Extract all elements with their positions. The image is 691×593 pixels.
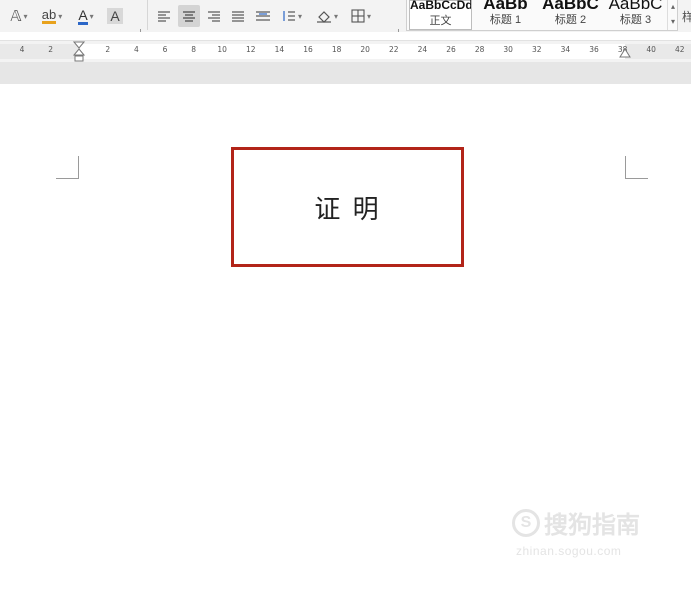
ruler-tick-label: 6 [162,45,168,54]
align-left-icon [158,11,170,22]
chevron-down-icon: ▾ [58,11,63,21]
distributed-icon [256,11,270,21]
horizontal-ruler[interactable]: 4 2 2 4 6 8 10 12 14 16 18 20 22 24 26 28 30 32 34 36 38 40 42… [0,40,691,63]
line-spacing-button[interactable]: ▾ [278,5,306,27]
borders-icon [351,9,365,23]
chevron-up-icon: ▴ [670,2,675,11]
chevron-down-icon: ▾ [366,11,371,21]
margin-corner-right [625,156,648,179]
ruler-tick-label: 42 [675,45,685,54]
style-heading-1[interactable]: AaBb 标题 1 [474,0,537,30]
ruler-track [0,44,691,59]
ruler-tick-label: 22 [389,45,399,54]
style-heading-2[interactable]: AaBbC 标题 2 [539,0,602,30]
style-label: 标题 3 [619,14,652,26]
ruler-tick-label: 16 [303,45,313,54]
ruler-tick-label: 4 [19,45,25,54]
justify-icon [232,11,244,22]
chevron-down-icon: ▾ [333,11,338,21]
style-normal[interactable]: AaBbCcDd 正文 [409,0,472,30]
text-effect-button[interactable]: 𝔸 ▾ [4,5,34,27]
ruler-tick-label: 24 [417,45,428,54]
ruler-tick-label: 30 [503,45,513,54]
align-right-icon [208,11,220,22]
align-right-button[interactable] [204,5,224,27]
ruler-tick-label: 40 [646,45,656,54]
ruler-tick-label: 32 [532,45,542,54]
font-color-button[interactable]: A ▾ [72,5,100,27]
align-left-button[interactable] [154,5,174,27]
more-styles-icon: ▾ [670,17,675,26]
document-title[interactable]: 证 明 [314,189,380,226]
font-dialog-launcher[interactable] [136,29,141,32]
highlight-box: 证 明 [231,147,464,267]
style-preview: AaBb [483,0,528,11]
ruler-tick-label: 18 [331,45,342,54]
ruler-tick-label: 14 [274,45,285,54]
style-preview: AaBbC [542,0,599,11]
ruler-left-margin [0,44,80,59]
new-style-label[interactable]: 样 [682,8,691,25]
style-label: 正文 [429,15,452,27]
font-color-icon: A [78,6,88,25]
watermark-url: zhinan.sogou.com [516,544,622,558]
indent-marker-icon[interactable] [73,41,85,63]
style-label: 标题 2 [554,14,587,26]
style-gallery: AaBbCcDd 正文 AaBb 标题 1 AaBbC 标题 2 AaBbC 标… [406,0,678,31]
ribbon-toolbar: 𝔸 ▾ ab ▾ A ▾ A ▾ ▾ ▾ AaBbCcDd 正文 AaBb 标题… [0,0,691,32]
ruler-tick-label: 4 [134,45,139,54]
right-indent-marker-icon[interactable] [619,47,631,61]
highlight-button[interactable]: ab ▾ [36,5,68,27]
align-center-icon [183,11,195,22]
sogou-logo-icon: S [512,508,540,537]
char-shading-button[interactable]: A [104,5,126,27]
text-effect-icon: 𝔸 [10,8,22,25]
char-shading-icon: A [107,8,123,24]
ruler-tick-label: 36 [589,45,599,54]
distributed-button[interactable] [252,5,274,27]
line-spacing-icon [283,11,295,21]
watermark: S 搜狗指南 zhinan.sogou.com [512,505,640,558]
ruler-tick-label: 28 [474,45,485,54]
ruler-tick-label: 26 [446,45,456,54]
ruler-tick-label: 20 [360,45,370,54]
ruler-tick-label: 12 [246,45,256,54]
style-label: 标题 1 [489,14,522,26]
justify-button[interactable] [228,5,248,27]
document-gutter [0,62,691,84]
margin-corner-left [56,156,79,179]
style-gallery-scroll[interactable]: ▴ ▾ [667,0,678,30]
ruler-tick-label: 8 [191,45,196,54]
ruler-tick-label: 10 [217,45,227,54]
highlight-icon: ab [41,7,57,24]
style-preview: AaBbC [608,0,663,11]
paragraph-dialog-launcher[interactable] [394,29,399,32]
chevron-down-icon: ▾ [89,11,94,21]
chevron-down-icon: ▾ [23,11,28,21]
shading-icon [316,11,331,23]
ruler-tick-label: 2 [105,45,111,54]
divider [147,0,148,30]
borders-button[interactable]: ▾ [346,5,376,27]
align-center-button[interactable] [178,5,200,27]
shading-button[interactable]: ▾ [312,5,342,27]
style-preview: AaBbCcDd [410,0,471,12]
ruler-tick-label: 34 [560,45,571,54]
chevron-down-icon: ▾ [297,11,302,21]
ruler-tick-label: 2 [48,45,53,54]
style-heading-3[interactable]: AaBbC 标题 3 [604,0,667,30]
watermark-brand: 搜狗指南 [544,512,640,539]
